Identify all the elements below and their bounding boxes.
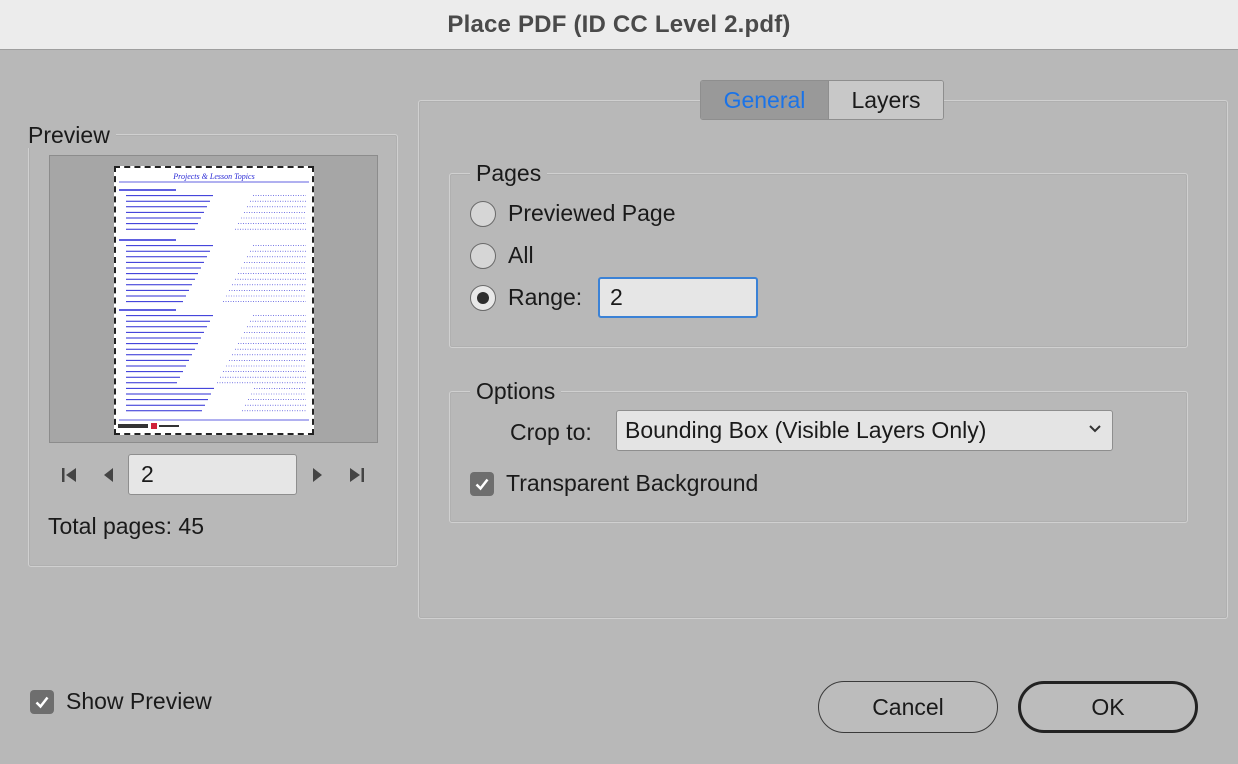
- title-bar: Place PDF (ID CC Level 2.pdf): [0, 0, 1238, 50]
- cancel-button[interactable]: Cancel: [818, 681, 998, 733]
- prev-page-icon[interactable]: [96, 462, 122, 488]
- tab-layers[interactable]: Layers: [829, 81, 943, 119]
- options-legend: Options: [470, 378, 562, 404]
- checkmark-icon: [475, 478, 489, 490]
- show-preview-checkbox[interactable]: Show Preview: [30, 688, 212, 715]
- radio-previewed-page[interactable]: Previewed Page: [470, 200, 676, 227]
- transparent-background-label: Transparent Background: [506, 470, 759, 496]
- radio-button[interactable]: [470, 200, 496, 227]
- pages-legend: Pages: [470, 160, 548, 186]
- preview-legend: Preview: [22, 122, 116, 148]
- first-page-icon[interactable]: [56, 462, 82, 488]
- radio-label: Range:: [508, 284, 583, 310]
- chevron-down-icon: [1086, 417, 1104, 444]
- checkbox-checked[interactable]: [30, 689, 54, 714]
- tab-bar: General Layers: [700, 80, 944, 120]
- crop-to-value: Bounding Box (Visible Layers Only): [625, 417, 987, 443]
- thumbnail-title: Projects & Lesson Topics: [172, 172, 254, 181]
- show-preview-label: Show Preview: [66, 688, 212, 714]
- checkbox-checked[interactable]: [470, 471, 494, 496]
- radio-label: Previewed Page: [508, 200, 676, 226]
- radio-label: All: [508, 242, 534, 268]
- radio-range[interactable]: Range:: [470, 284, 582, 311]
- crop-to-label: Crop to:: [510, 419, 592, 445]
- window-title: Place PDF (ID CC Level 2.pdf): [447, 10, 791, 38]
- crop-to-select[interactable]: Bounding Box (Visible Layers Only): [616, 410, 1113, 451]
- tab-general[interactable]: General: [701, 81, 829, 119]
- range-input[interactable]: [598, 277, 758, 318]
- radio-all[interactable]: All: [470, 242, 534, 269]
- last-page-icon[interactable]: [344, 462, 370, 488]
- checkmark-icon: [35, 696, 49, 708]
- radio-button-selected[interactable]: [470, 284, 496, 311]
- preview-page-thumbnail: Projects & Lesson Topics: [114, 166, 314, 435]
- page-number-input[interactable]: [128, 454, 297, 495]
- transparent-background-checkbox[interactable]: Transparent Background: [470, 470, 758, 497]
- total-pages-label: Total pages: 45: [48, 513, 205, 539]
- next-page-icon[interactable]: [304, 462, 330, 488]
- radio-button[interactable]: [470, 242, 496, 269]
- thumbnail-content: Projects & Lesson Topics: [118, 172, 309, 429]
- ok-button[interactable]: OK: [1018, 681, 1198, 733]
